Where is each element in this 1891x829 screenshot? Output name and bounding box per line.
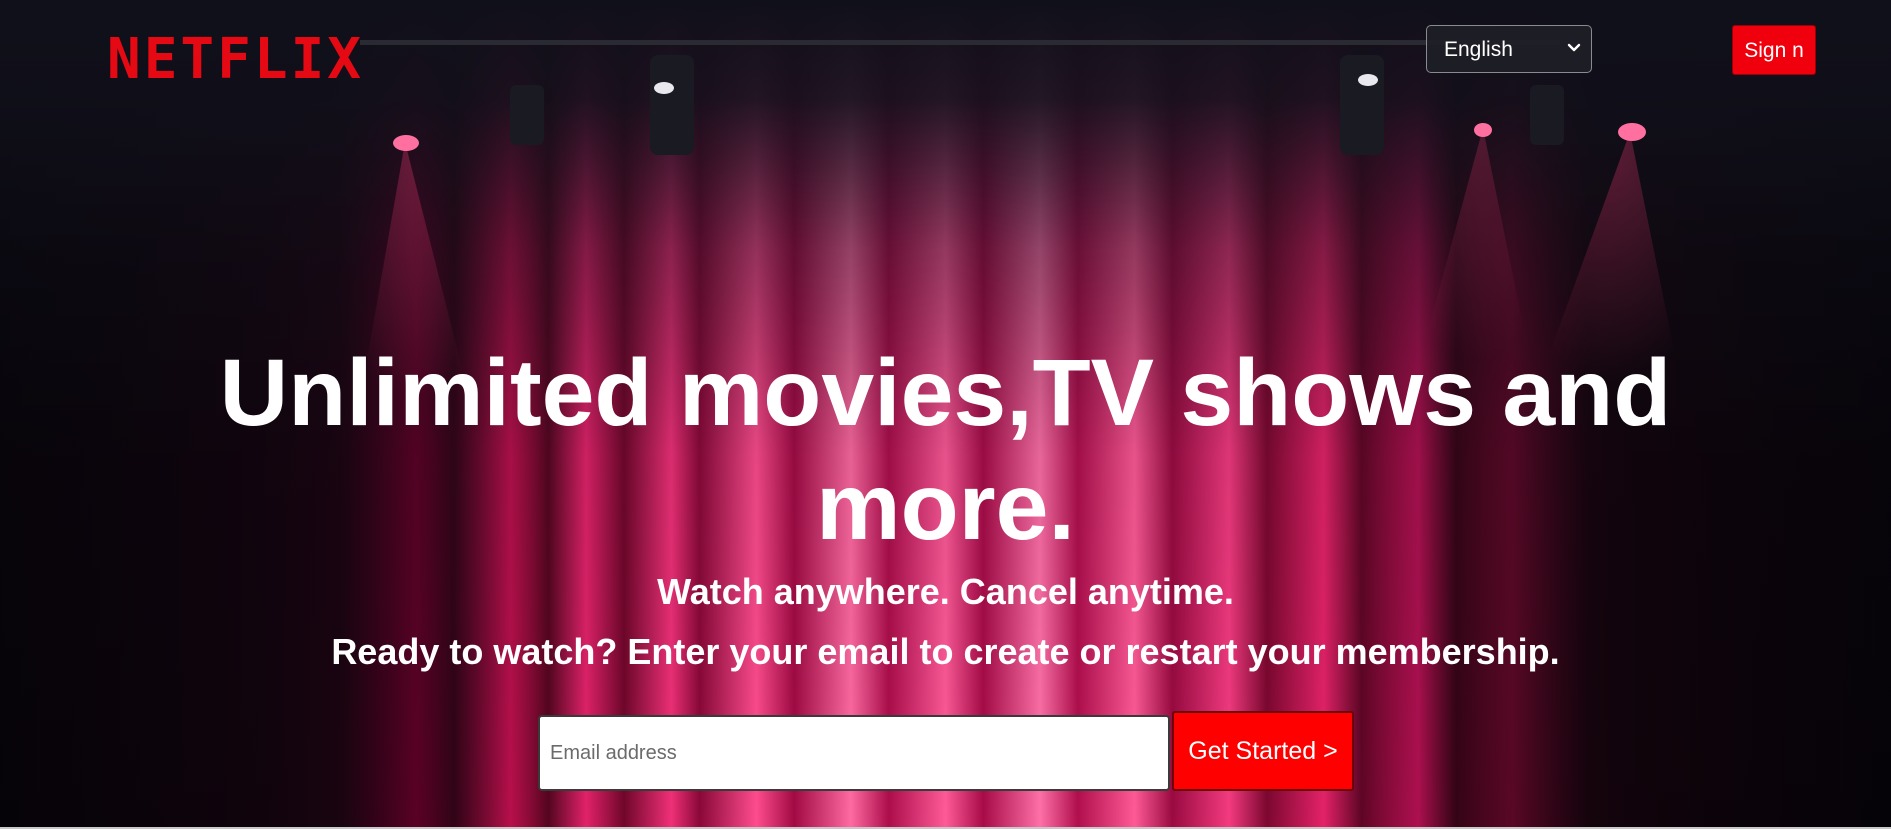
netflix-logo[interactable]: NETFLIX [107, 28, 364, 92]
hero-headline-line-1: Unlimited movies,TV shows and [219, 340, 1672, 446]
email-input[interactable] [538, 715, 1170, 791]
membership-prompt: Ready to watch? Enter your email to crea… [331, 631, 1560, 672]
hero-headline-line-2: more. [816, 454, 1075, 560]
sign-in-button[interactable]: Sign n [1732, 25, 1816, 75]
chevron-down-icon [1567, 43, 1581, 52]
language-select[interactable]: English [1426, 25, 1592, 73]
hero-section: NETFLIX English Sign n Unlimited movies,… [0, 0, 1891, 827]
hero-subheading: Watch anywhere. Cancel anytime. [657, 571, 1234, 612]
language-selected-value: English [1444, 38, 1513, 61]
get-started-button[interactable]: Get Started > [1172, 711, 1354, 791]
hero-headline: Unlimited movies,TV shows and more. [0, 336, 1891, 564]
